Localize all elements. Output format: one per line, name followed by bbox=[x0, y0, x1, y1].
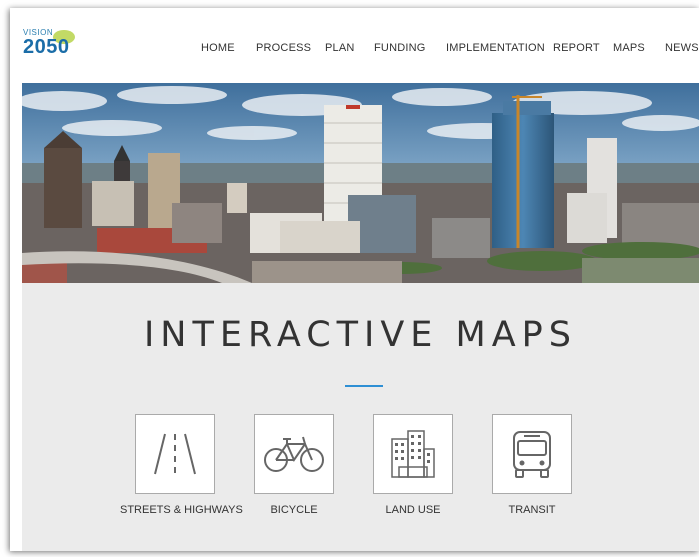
map-card-label: TRANSIT bbox=[508, 504, 556, 516]
nav-item-implementation[interactable]: IMPLEMENTATION bbox=[446, 42, 545, 54]
interactive-maps-section: INTERACTIVE MAPS STREETS & HIGHWAYS BICY… bbox=[22, 283, 699, 551]
nav-item-home[interactable]: HOME bbox=[201, 42, 235, 54]
map-card-label: STREETS & HIGHWAYS bbox=[120, 504, 243, 516]
map-card-land-use[interactable]: LAND USE bbox=[358, 414, 468, 529]
site-header: VISION 2050 HOME PROCESS PLAN FUNDING IM… bbox=[10, 8, 699, 83]
map-card-label: LAND USE bbox=[385, 504, 441, 516]
nav-item-process[interactable]: PROCESS bbox=[256, 42, 311, 54]
browser-frame: VISION 2050 HOME PROCESS PLAN FUNDING IM… bbox=[10, 8, 699, 551]
title-underline bbox=[345, 385, 383, 387]
map-card-streets-highways[interactable]: STREETS & HIGHWAYS bbox=[120, 414, 243, 529]
map-card-label: BICYCLE bbox=[270, 504, 318, 516]
nav-item-report[interactable]: REPORT bbox=[553, 42, 600, 54]
nav-item-maps[interactable]: MAPS bbox=[613, 42, 645, 54]
map-card-bicycle[interactable]: BICYCLE bbox=[239, 414, 349, 529]
hero-banner-image bbox=[22, 83, 699, 283]
bicycle-icon bbox=[254, 414, 334, 494]
nav-item-news[interactable]: NEWS bbox=[665, 42, 699, 54]
buildings-icon bbox=[373, 414, 453, 494]
nav-item-funding[interactable]: FUNDING bbox=[374, 42, 426, 54]
road-icon bbox=[135, 414, 215, 494]
main-nav: HOME PROCESS PLAN FUNDING IMPLEMENTATION… bbox=[10, 42, 699, 58]
section-title: INTERACTIVE MAPS bbox=[143, 315, 577, 355]
bus-icon bbox=[492, 414, 572, 494]
nav-item-plan[interactable]: PLAN bbox=[325, 42, 355, 54]
map-card-transit[interactable]: TRANSIT bbox=[477, 414, 587, 529]
